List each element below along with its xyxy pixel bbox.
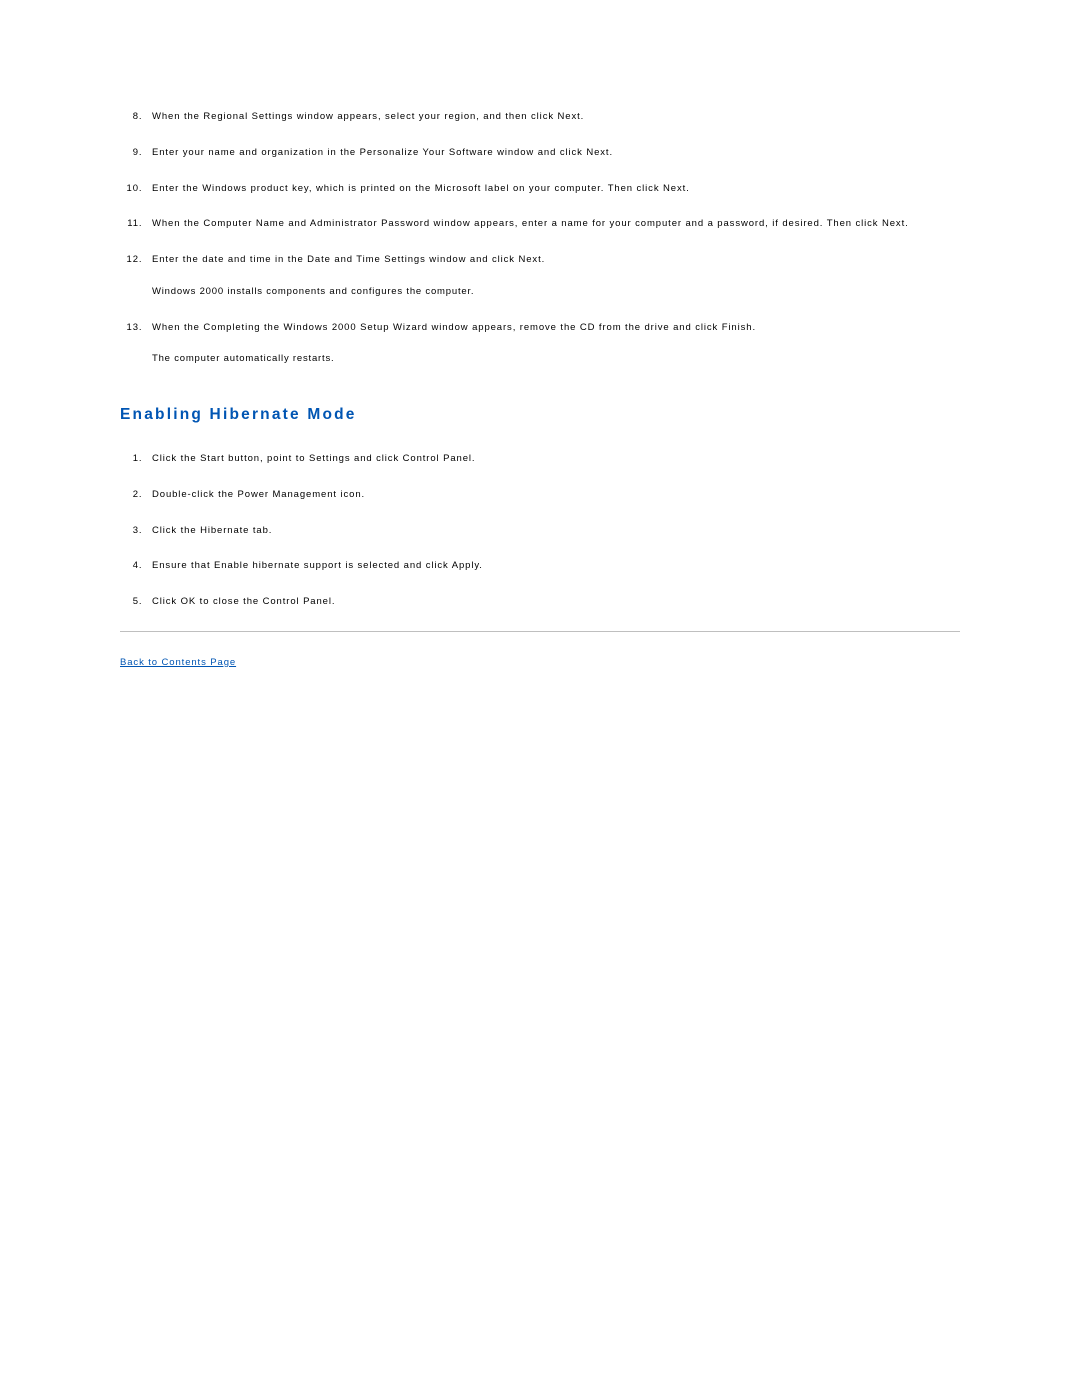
horizontal-divider [120, 631, 960, 632]
hibernate-steps-list: Click the Start button, point to Setting… [120, 452, 960, 609]
step-text: Enter the date and time in the Date and … [152, 254, 545, 265]
page-body: When the Regional Settings window appear… [0, 0, 1080, 670]
list-item: When the Completing the Windows 2000 Set… [146, 321, 960, 367]
step-text: When the Computer Name and Administrator… [152, 218, 909, 229]
list-item: Click OK to close the Control Panel. [146, 595, 960, 609]
list-item: Enter your name and organization in the … [146, 146, 960, 160]
step-text: Click the Start button, point to Setting… [152, 453, 475, 464]
step-text: Double-click the Power Management icon. [152, 489, 365, 500]
list-item: Click the Start button, point to Setting… [146, 452, 960, 466]
list-item: Ensure that Enable hibernate support is … [146, 559, 960, 573]
list-item: Click the Hibernate tab. [146, 524, 960, 538]
step-subtext: Windows 2000 installs components and con… [152, 285, 960, 299]
back-to-contents-link[interactable]: Back to Contents Page [120, 657, 236, 668]
list-item: Double-click the Power Management icon. [146, 488, 960, 502]
step-subtext: The computer automatically restarts. [152, 352, 960, 366]
step-text: Click the Hibernate tab. [152, 525, 272, 536]
list-item: When the Regional Settings window appear… [146, 110, 960, 124]
step-text: When the Completing the Windows 2000 Set… [152, 322, 756, 333]
step-text: Ensure that Enable hibernate support is … [152, 560, 483, 571]
setup-steps-list: When the Regional Settings window appear… [120, 110, 960, 366]
step-text: When the Regional Settings window appear… [152, 111, 584, 122]
step-text: Enter your name and organization in the … [152, 147, 613, 158]
step-text: Click OK to close the Control Panel. [152, 596, 335, 607]
list-item: Enter the Windows product key, which is … [146, 182, 960, 196]
list-item: When the Computer Name and Administrator… [146, 217, 960, 231]
step-text: Enter the Windows product key, which is … [152, 183, 690, 194]
list-item: Enter the date and time in the Date and … [146, 253, 960, 299]
section-heading: Enabling Hibernate Mode [120, 406, 960, 424]
